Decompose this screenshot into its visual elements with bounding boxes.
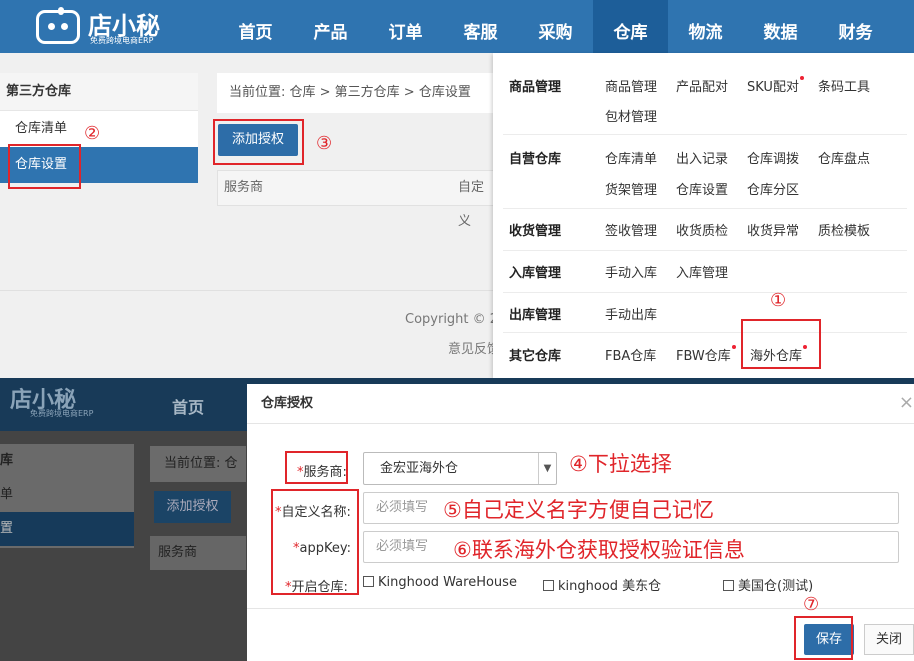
checkbox-icon[interactable]: [363, 576, 374, 587]
nav-products[interactable]: 产品: [293, 0, 368, 53]
robot-logo-icon: [36, 7, 80, 44]
step-marker-2: ②: [84, 123, 101, 144]
checkbox-label: kinghood 美东仓: [558, 579, 662, 594]
checkbox-icon[interactable]: [543, 580, 554, 591]
top-navbar: 店小秘 免费跨境电商ERP 首页 产品 订单 客服 采购 仓库 物流 数据 财务: [0, 0, 914, 53]
menu-link-fba[interactable]: FBA仓库: [605, 345, 656, 364]
warehouse-checkbox-kinghood[interactable]: Kinghood WareHouse: [363, 575, 517, 590]
add-authorization-button: 添加授权: [154, 491, 231, 523]
highlight-box: [741, 319, 821, 369]
nav-finance[interactable]: 财务: [818, 0, 893, 53]
column-header-provider: 服务商: [150, 536, 246, 570]
menu-link-shelf[interactable]: 货架管理: [605, 179, 657, 198]
menu-link-product-pair[interactable]: 产品配对: [676, 76, 728, 95]
menu-link-product-manage[interactable]: 商品管理: [605, 76, 657, 95]
authorization-modal: 仓库授权 × *服务商: 金宏亚海外仓 ▼ *自定义名称: 必须填写 *appK…: [247, 384, 914, 661]
nav-home: 首页: [172, 398, 205, 417]
breadcrumb: 当前位置: 仓: [150, 446, 246, 482]
menu-link-barcode[interactable]: 条码工具: [818, 76, 870, 95]
menu-link-packaging[interactable]: 包材管理: [605, 106, 657, 125]
new-dot-icon: [799, 76, 804, 80]
menu-link-fbw[interactable]: FBW仓库: [676, 345, 736, 364]
menu-link-inspection[interactable]: 收货质检: [676, 220, 728, 239]
nav-purchase[interactable]: 采购: [518, 0, 593, 53]
menu-group-product: 商品管理 商品管理 产品配对 SKU配对 条码工具 包材管理: [503, 63, 907, 135]
menu-link-stocktake[interactable]: 仓库盘点: [818, 148, 870, 167]
highlight-box: [213, 119, 304, 165]
nav-home[interactable]: 首页: [218, 0, 293, 53]
menu-link-zone[interactable]: 仓库分区: [747, 179, 799, 198]
menu-link-exception[interactable]: 收货异常: [747, 220, 799, 239]
menu-group-inbound: 入库管理 手动入库 入库管理: [503, 251, 907, 293]
warehouse-checkbox-us-east[interactable]: kinghood 美东仓: [543, 575, 661, 594]
divider: [0, 290, 495, 291]
table-header: 服务商 自定义: [217, 170, 497, 229]
warehouse-menu-screen: 店小秘 免费跨境电商ERP 首页 产品 订单 客服 采购 仓库 物流 数据 财务…: [0, 0, 914, 378]
menu-link-warehouse-list[interactable]: 仓库清单: [605, 148, 657, 167]
breadcrumb: 当前位置: 仓库 > 第三方仓库 > 仓库设置: [217, 73, 497, 113]
menu-link-manual-outbound[interactable]: 手动出库: [605, 304, 657, 323]
sidebar-dimmed: 库 单 置: [0, 444, 134, 548]
nav-data[interactable]: 数据: [743, 0, 818, 53]
nav-logistics[interactable]: 物流: [668, 0, 743, 53]
sidebar-title: 库: [0, 453, 14, 468]
checkbox-icon[interactable]: [723, 580, 734, 591]
menu-link-manual-inbound[interactable]: 手动入库: [605, 262, 657, 281]
step-marker-7: ⑦: [803, 594, 820, 615]
provider-select-value: 金宏亚海外仓: [380, 461, 459, 476]
menu-link-warehouse-settings[interactable]: 仓库设置: [676, 179, 728, 198]
new-dot-icon: [731, 345, 736, 349]
checkbox-label: Kinghood WareHouse: [378, 575, 517, 590]
menu-group-title: 出库管理: [509, 308, 562, 323]
copyright-text: Copyright © 2: [405, 312, 499, 327]
logo[interactable]: 店小秘 免费跨境电商ERP: [36, 7, 176, 46]
highlight-box: [794, 616, 853, 660]
sidebar-item-warehouse-list: 单: [0, 487, 14, 502]
menu-link-sku-pair[interactable]: SKU配对: [747, 76, 804, 95]
close-icon[interactable]: ×: [899, 392, 914, 413]
menu-group-title: 商品管理: [509, 80, 562, 95]
warehouse-checkbox-us-test[interactable]: 美国仓(测试): [723, 575, 813, 594]
menu-group-own-warehouse: 自营仓库 仓库清单 出入记录 仓库调拨 仓库盘点 货架管理 仓库设置 仓库分区: [503, 135, 907, 209]
step-marker-3: ③: [316, 133, 333, 154]
column-header-provider: 服务商: [224, 180, 264, 195]
highlight-box: [8, 144, 81, 189]
highlight-box: [271, 489, 359, 595]
authorization-dialog-screen: 店小秘 免费跨境电商ERP 首页 库 单 置 当前位置: 仓 添加授权 服务商 …: [0, 378, 914, 661]
menu-link-io-record[interactable]: 出入记录: [676, 148, 728, 167]
nav-warehouse[interactable]: 仓库: [593, 0, 668, 53]
menu-group-outbound: 出库管理 手动出库: [503, 293, 907, 333]
sidebar-item-warehouse-settings: 置: [0, 512, 134, 546]
annotation-dropdown-select: ④下拉选择: [569, 452, 672, 476]
brand-slogan: 免费跨境电商ERP: [90, 36, 154, 45]
annotation-contact-warehouse: ⑥联系海外仓获取授权验证信息: [453, 538, 745, 562]
menu-group-title: 自营仓库: [509, 152, 562, 167]
menu-link-sign-for[interactable]: 签收管理: [605, 220, 657, 239]
menu-link-label: FBW仓库: [676, 349, 731, 364]
column-header-custom: 自定义: [458, 180, 485, 229]
chevron-down-icon[interactable]: ▼: [538, 453, 556, 484]
menu-group-title: 收货管理: [509, 224, 562, 239]
brand-slogan: 免费跨境电商ERP: [30, 409, 94, 418]
highlight-box: [285, 451, 348, 484]
menu-link-transfer[interactable]: 仓库调拨: [747, 148, 799, 167]
step-marker-1: ①: [770, 290, 787, 311]
modal-title: 仓库授权: [247, 384, 914, 424]
menu-group-other: 其它仓库 FBA仓库 FBW仓库 海外仓库: [503, 333, 907, 378]
menu-link-label: SKU配对: [747, 80, 799, 95]
checkbox-label: 美国仓(测试): [738, 579, 814, 594]
close-button[interactable]: 关闭: [864, 624, 914, 655]
menu-link-inbound-manage[interactable]: 入库管理: [676, 262, 728, 281]
warehouse-dropdown-menu: 商品管理 商品管理 产品配对 SKU配对 条码工具 包材管理 自营仓库 仓库清单…: [493, 53, 914, 378]
annotation-custom-name: ⑤自己定义名字方便自己记忆: [443, 498, 714, 522]
nav-customer-service[interactable]: 客服: [443, 0, 518, 53]
main-nav: 首页 产品 订单 客服 采购 仓库 物流 数据 财务: [218, 0, 893, 53]
menu-link-qc-template[interactable]: 质检模板: [818, 220, 870, 239]
menu-group-title: 其它仓库: [509, 349, 562, 364]
menu-group-receiving: 收货管理 签收管理 收货质检 收货异常 质检模板: [503, 209, 907, 251]
nav-orders[interactable]: 订单: [368, 0, 443, 53]
sidebar-title: 第三方仓库: [0, 73, 198, 111]
menu-group-title: 入库管理: [509, 266, 562, 281]
provider-select[interactable]: 金宏亚海外仓 ▼: [363, 452, 557, 485]
